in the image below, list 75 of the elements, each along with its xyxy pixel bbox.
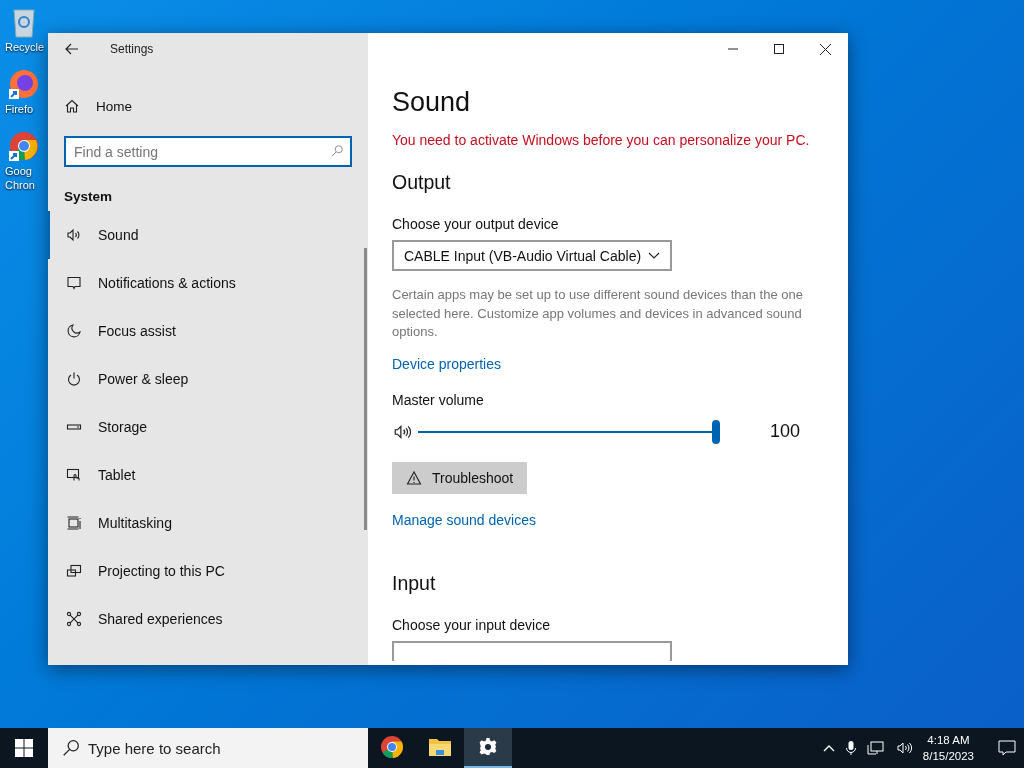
- projecting-icon: [66, 563, 82, 579]
- windows-logo-icon: [15, 739, 33, 757]
- scrollbar[interactable]: [364, 248, 367, 530]
- sidebar-item-label: Power & sleep: [98, 371, 189, 387]
- multitasking-icon: [66, 515, 82, 531]
- sidebar-item-label: Focus assist: [98, 323, 176, 339]
- taskbar-clock[interactable]: 4:18 AM 8/15/2023: [922, 732, 974, 764]
- network-icon[interactable]: [866, 740, 885, 756]
- search-icon: [330, 144, 344, 158]
- chevron-down-icon: [648, 251, 660, 260]
- sidebar-item[interactable]: Focus assist: [48, 307, 360, 355]
- sidebar-item[interactable]: Power & sleep: [48, 355, 360, 403]
- home-label: Home: [96, 98, 132, 114]
- sidebar-item[interactable]: Multitasking: [48, 499, 360, 547]
- manage-devices-link[interactable]: Manage sound devices: [392, 511, 536, 528]
- microphone-icon[interactable]: [844, 740, 857, 756]
- chevron-up-icon[interactable]: [822, 744, 835, 752]
- search-field[interactable]: Find a setting: [64, 136, 352, 167]
- taskbar-app-button[interactable]: [464, 728, 512, 768]
- field-label: Choose your output device: [392, 216, 559, 232]
- chrome-icon: [380, 735, 404, 759]
- clock-date: 8/15/2023: [922, 749, 974, 764]
- section-heading: Output: [392, 171, 451, 194]
- slider-thumb[interactable]: [712, 419, 720, 444]
- close-icon: [819, 43, 831, 55]
- output-device-dropdown[interactable]: CABLE Input (VB-Audio Virtual Cable): [392, 240, 672, 271]
- folder-icon: [428, 736, 452, 758]
- window-title: Settings: [110, 42, 154, 56]
- speaker-icon[interactable]: [894, 740, 913, 756]
- sidebar-item[interactable]: Sound: [48, 211, 360, 259]
- speaker-icon: [66, 227, 82, 243]
- shared-icon: [66, 611, 82, 627]
- power-icon: [66, 371, 82, 387]
- notifications-icon[interactable]: [998, 740, 1016, 756]
- speaker-icon: [392, 422, 412, 441]
- sidebar-item-label: Notifications & actions: [98, 275, 236, 291]
- section-heading: Input: [392, 571, 436, 595]
- description-text: Certain apps may be set up to use different sound devices than the one selected here. Customize app volumes and devices in advanced sound options.: [392, 286, 804, 341]
- search-icon: [62, 739, 80, 757]
- field-label: Master volume: [392, 391, 484, 408]
- page-title: Sound: [392, 87, 471, 118]
- firefox-icon: [8, 68, 40, 100]
- activation-warning: You need to activate Windows before you can personalize your PC.: [392, 132, 810, 148]
- sidebar-item-label: Projecting to this PC: [98, 563, 225, 579]
- input-device-dropdown[interactable]: [392, 640, 672, 661]
- clock-time: 4:18 AM: [927, 733, 970, 748]
- sidebar-item[interactable]: Projecting to this PC: [48, 547, 360, 595]
- chrome-icon: [8, 130, 40, 162]
- warning-icon: [406, 469, 422, 486]
- desktop-icon-label[interactable]: Firefo: [0, 102, 49, 116]
- sidebar-item[interactable]: Storage: [48, 403, 360, 451]
- taskbar-search-field[interactable]: Type here to search: [48, 728, 368, 768]
- sidebar-item-label: Shared experiences: [98, 611, 223, 627]
- speech-bubble-icon: [66, 275, 82, 291]
- device-properties-link[interactable]: Device properties: [392, 355, 501, 372]
- maximize-icon: [774, 44, 784, 54]
- sidebar-item[interactable]: Tablet: [48, 451, 360, 499]
- tablet-icon: [66, 467, 82, 483]
- section-heading: System: [63, 188, 114, 204]
- field-label: Choose your input device: [392, 616, 550, 633]
- sidebar-item-label: Multitasking: [98, 515, 172, 531]
- home-nav-item[interactable]: Home: [48, 90, 368, 122]
- back-button[interactable]: [64, 41, 80, 57]
- house-icon: [64, 98, 80, 114]
- sidebar-item-label: Sound: [98, 227, 139, 243]
- moon-icon: [66, 323, 82, 339]
- desktop-icon-label[interactable]: Recycle: [0, 40, 49, 54]
- gear-icon: [478, 737, 498, 757]
- sidebar-item-label: Storage: [98, 419, 148, 435]
- troubleshoot-button[interactable]: Troubleshoot: [392, 461, 528, 494]
- sidebar-item[interactable]: Shared experiences: [48, 595, 360, 643]
- desktop-icon-label[interactable]: Goog Chron: [0, 164, 49, 192]
- volume-reading: 100: [769, 421, 800, 442]
- sidebar-item-label: Tablet: [98, 467, 136, 483]
- sidebar-item[interactable]: Notifications & actions: [48, 259, 360, 307]
